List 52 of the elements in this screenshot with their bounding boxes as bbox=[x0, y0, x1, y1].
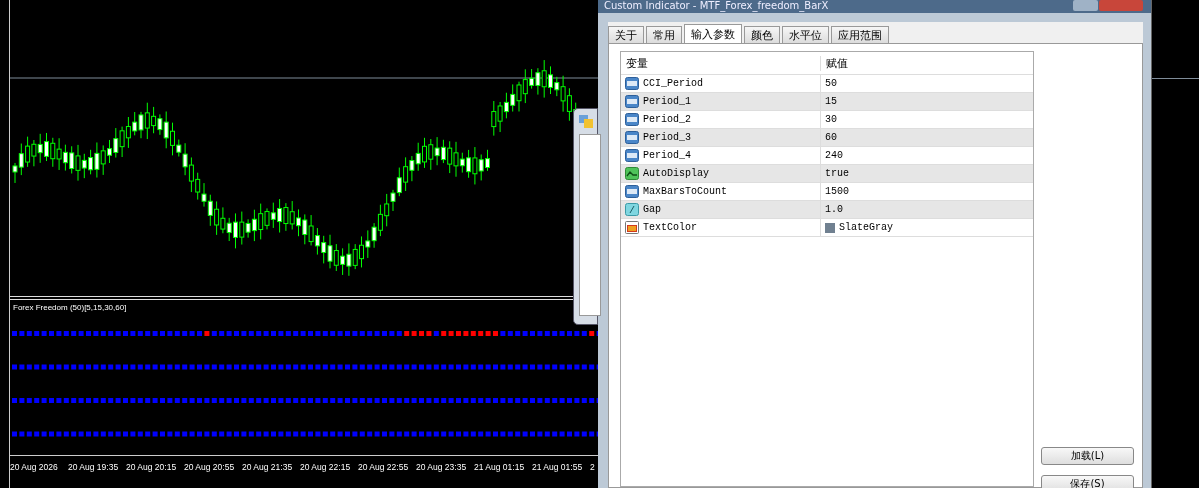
time-axis-label: 20 Aug 22:55 bbox=[358, 461, 410, 474]
parameter-value[interactable]: 240 bbox=[825, 150, 843, 161]
time-axis-label: 20 Aug 23:35 bbox=[416, 461, 468, 474]
tab[interactable]: 常用 bbox=[646, 26, 682, 43]
parameter-name: AutoDisplay bbox=[643, 168, 709, 179]
time-axis-label: 20 Aug 2026 bbox=[10, 461, 59, 474]
parameter-value[interactable]: 1500 bbox=[825, 186, 849, 197]
parameter-name: CCI_Period bbox=[643, 78, 703, 89]
dialog-button[interactable]: 保存(S) bbox=[1041, 475, 1134, 488]
window-icon bbox=[579, 115, 593, 128]
time-axis-label: 21 Aug 01:15 bbox=[474, 461, 526, 474]
time-axis-label: 20 Aug 22:15 bbox=[300, 461, 352, 474]
time-axis-label: 20 Aug 20:15 bbox=[126, 461, 178, 474]
dialog-button[interactable]: 加载(L) bbox=[1041, 447, 1134, 465]
parameter-name: Gap bbox=[643, 204, 661, 215]
palette-icon bbox=[625, 221, 639, 234]
window-title: Custom Indicator - MTF_Forex_freedom_BarX bbox=[604, 0, 829, 11]
parameter-name: MaxBarsToCount bbox=[643, 186, 727, 197]
parameter-value[interactable]: 15 bbox=[825, 96, 837, 107]
tab[interactable]: 关于 bbox=[608, 26, 644, 43]
tab[interactable]: 应用范围 bbox=[831, 26, 889, 43]
integer-type-icon bbox=[625, 185, 639, 198]
parameter-name: Period_4 bbox=[643, 150, 691, 161]
tab[interactable]: 颜色 bbox=[744, 26, 780, 43]
tab[interactable]: 水平位 bbox=[782, 26, 829, 43]
line-chart-icon bbox=[625, 167, 639, 180]
time-axis-label: 20 Aug 20:55 bbox=[184, 461, 236, 474]
time-axis-label: 20 Aug 19:35 bbox=[68, 461, 120, 474]
time-axis-label: 21 Aug 01:55 bbox=[532, 461, 584, 474]
time-axis-label: 2 bbox=[590, 461, 595, 474]
parameter-value[interactable]: 1.0 bbox=[825, 204, 843, 215]
parameter-name: Period_2 bbox=[643, 114, 691, 125]
integer-type-icon bbox=[625, 149, 639, 162]
window-controls-icon[interactable] bbox=[1073, 0, 1143, 12]
parameter-name: TextColor bbox=[643, 222, 697, 233]
parameter-name: Period_1 bbox=[643, 96, 691, 107]
indicator-label: Forex Freedom (50)[5,15,30,60] bbox=[12, 301, 127, 312]
parameter-value[interactable]: true bbox=[825, 168, 849, 179]
integer-type-icon bbox=[625, 95, 639, 108]
parameter-name: Period_3 bbox=[643, 132, 691, 143]
parameter-value[interactable]: 50 bbox=[825, 78, 837, 89]
column-header: 变量 bbox=[621, 55, 821, 71]
parameter-value[interactable]: 30 bbox=[825, 114, 837, 125]
integer-type-icon bbox=[625, 77, 639, 90]
integer-type-icon bbox=[625, 113, 639, 126]
parameter-value[interactable]: 60 bbox=[825, 132, 837, 143]
fraction-type-icon bbox=[625, 203, 639, 216]
column-header: 赋值 bbox=[825, 55, 849, 71]
tab[interactable]: 输入参数 bbox=[684, 24, 742, 43]
parameter-value[interactable]: SlateGray bbox=[839, 222, 893, 233]
integer-type-icon bbox=[625, 131, 639, 144]
time-axis-label: 20 Aug 21:35 bbox=[242, 461, 294, 474]
